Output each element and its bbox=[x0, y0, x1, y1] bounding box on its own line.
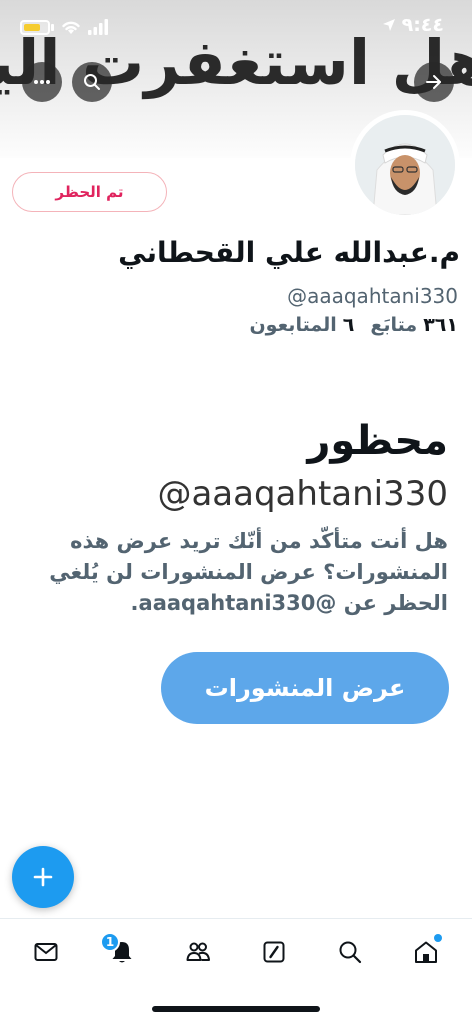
back-button[interactable] bbox=[414, 62, 454, 102]
tab-bar: 1 bbox=[0, 918, 472, 984]
more-icon bbox=[34, 80, 50, 84]
profile-handle: @aaaqahtani330 bbox=[287, 284, 458, 308]
view-posts-button[interactable]: عرض المنشورات bbox=[161, 652, 449, 724]
followers-link[interactable]: ٦ المتابعون bbox=[249, 314, 354, 336]
plus-icon bbox=[33, 867, 53, 887]
follow-counts: ٣٦١ متابَع ٦ المتابعون bbox=[249, 314, 458, 336]
search-icon bbox=[84, 74, 100, 90]
blocked-handle: @aaaqahtani330 bbox=[157, 474, 448, 514]
status-time: ٩:٤٤ bbox=[382, 14, 444, 36]
profile-name: م.عبدالله علي القحطاني bbox=[118, 236, 460, 269]
arrow-right-icon bbox=[426, 75, 441, 89]
compose-button[interactable] bbox=[12, 846, 74, 908]
search-icon bbox=[339, 941, 362, 963]
home-new-dot bbox=[434, 933, 442, 942]
signal-icon bbox=[88, 19, 108, 35]
home-indicator[interactable] bbox=[152, 1006, 320, 1012]
blocked-message: هل أنت متأكّد من أنّك تريد عرض هذه المنش… bbox=[49, 529, 448, 615]
notifications-badge: 1 bbox=[100, 931, 120, 952]
avatar[interactable] bbox=[350, 110, 460, 220]
wifi-icon bbox=[62, 21, 80, 34]
battery-icon bbox=[20, 20, 50, 35]
location-arrow-icon bbox=[382, 19, 395, 31]
home-icon bbox=[415, 941, 437, 963]
more-button[interactable] bbox=[22, 62, 62, 102]
blocked-button[interactable]: تم الحظر bbox=[12, 172, 167, 212]
avatar-photo bbox=[355, 115, 455, 215]
blocked-title: محظور bbox=[307, 418, 448, 464]
tab-home[interactable] bbox=[406, 932, 446, 972]
tab-search[interactable] bbox=[330, 932, 370, 972]
tab-communities[interactable] bbox=[178, 932, 218, 972]
tab-notifications[interactable]: 1 bbox=[100, 931, 142, 972]
communities-icon bbox=[186, 942, 210, 961]
tab-messages[interactable] bbox=[26, 932, 66, 972]
tab-grok[interactable] bbox=[254, 932, 294, 972]
search-button[interactable] bbox=[72, 62, 112, 102]
following-link[interactable]: ٣٦١ متابَع bbox=[370, 314, 458, 336]
status-bar: ٩:٤٤ bbox=[0, 0, 472, 56]
envelope-icon bbox=[34, 942, 58, 961]
grok-icon bbox=[263, 941, 285, 962]
